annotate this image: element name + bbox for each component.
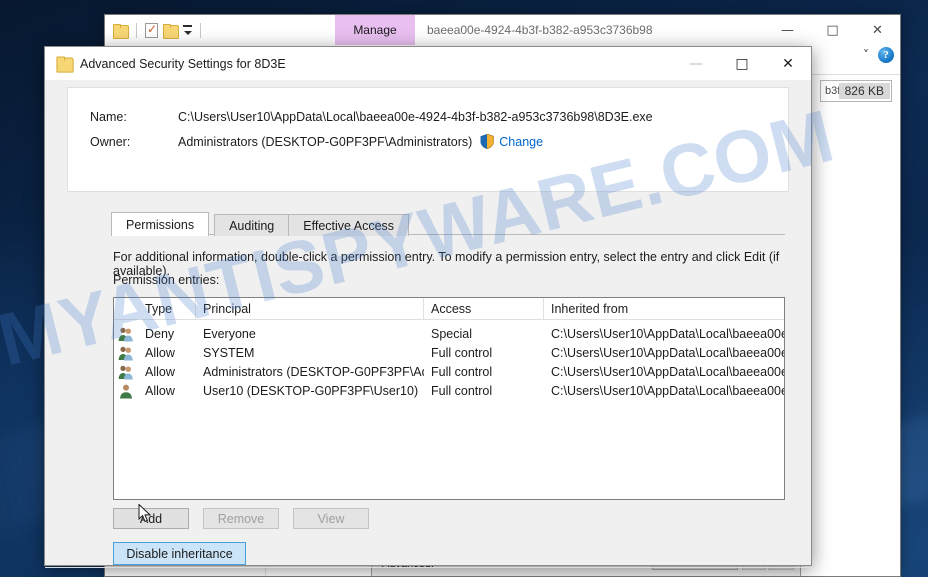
name-row: Name: C:\Users\User10\AppData\Local\baee… [68,110,788,124]
explorer-maximize-button[interactable]: □ [810,15,855,45]
permission-entries-list[interactable]: Type Principal Access Inherited from Den… [113,297,785,500]
explorer-title: baeea00e-4924-4b3f-b382-a953c3736b98 [427,15,653,45]
column-header-inherited-from[interactable]: Inherited from [544,298,784,319]
ribbon-tab-manage-label: Manage [353,23,397,37]
row-type: Allow [145,364,175,379]
disable-inheritance-button[interactable]: Disable inheritance [113,542,246,565]
row-principal: SYSTEM [203,345,255,360]
row-access: Full control [431,345,493,360]
customize-qat-caret-icon[interactable] [183,25,192,35]
mouse-cursor [138,504,152,523]
chevron-down-icon[interactable]: ˅ [863,48,869,62]
row-inherited-from: C:\Users\User10\AppData\Local\baeea00e-4… [551,383,784,398]
table-header-row: Type Principal Access Inherited from [114,298,784,320]
dialog-close-button[interactable]: ✕ [765,47,811,81]
permission-entries-label: Permission entries: [113,273,220,287]
name-value: C:\Users\User10\AppData\Local\baeea00e-4… [178,110,653,124]
change-owner-link[interactable]: Change [499,135,543,149]
row-access: Special [431,326,472,341]
row-principal: User10 (DESKTOP-G0PF3PF\User10) [203,383,419,398]
row-inherited-from: C:\Users\User10\AppData\Local\baeea00e-4… [551,326,784,341]
file-size-chip: 826 KB [838,83,890,99]
row-type: Allow [145,383,175,398]
tab-permissions[interactable]: Permissions [111,212,210,236]
table-row[interactable]: Allow User10 (DESKTOP-G0PF3PF\User10) Fu… [114,381,784,400]
column-header-principal[interactable]: Principal [196,298,424,319]
explorer-titlebar: Manage baeea00e-4924-4b3f-b382-a953c3736… [105,15,900,45]
dialog-maximize-button[interactable]: □ [719,47,765,81]
table-row[interactable]: Allow SYSTEM Full control C:\Users\User1… [114,343,784,362]
view-button: View [293,508,369,529]
new-folder-icon[interactable] [163,23,179,39]
owner-label: Owner: [90,134,131,149]
tab-effective-access-label: Effective Access [303,218,395,233]
help-icon[interactable]: ? [878,47,894,63]
explorer-title-text: baeea00e-4924-4b3f-b382-a953c3736b98 [427,23,653,37]
table-row[interactable]: Deny Everyone Special C:\Users\User10\Ap… [114,324,784,343]
column-header-access[interactable]: Access [424,298,544,319]
group-icon [114,324,138,343]
explorer-close-button[interactable]: ✕ [855,15,900,45]
explorer-window-controls[interactable]: — □ ✕ [765,15,900,45]
group-icon [114,343,138,362]
tab-auditing[interactable]: Auditing [214,214,290,236]
tab-effective-access[interactable]: Effective Access [288,214,410,236]
row-principal: Administrators (DESKTOP-G0PF3PF\Admini..… [203,364,424,379]
row-inherited-from: C:\Users\User10\AppData\Local\baeea00e-4… [551,345,784,360]
name-label: Name: [90,110,127,124]
uac-shield-icon [480,134,495,149]
properties-icon[interactable] [145,22,158,38]
user-icon [114,381,138,400]
explorer-minimize-button[interactable]: — [765,15,810,45]
row-access: Full control [431,364,493,379]
explorer-ribbon-right-controls[interactable]: ˅ ? [863,47,894,63]
ribbon-tab-manage[interactable]: Manage [335,15,415,45]
dialog-minimize-button[interactable]: — [673,47,719,81]
group-icon [114,362,138,381]
row-type: Deny [145,326,175,341]
tab-permissions-label: Permissions [126,217,195,232]
qat-separator-2 [200,22,201,38]
row-principal: Everyone [203,326,256,341]
folder-icon [56,56,74,73]
row-type: Allow [145,345,175,360]
tab-auditing-label: Auditing [229,218,275,233]
quick-access-toolbar[interactable] [105,15,204,45]
dialog-footer: OK Cancel Apply [45,567,811,577]
object-info-panel: Name: C:\Users\User10\AppData\Local\baee… [67,87,789,192]
column-header-type[interactable]: Type [138,298,196,319]
owner-value: Administrators (DESKTOP-G0PF3PF\Administ… [178,134,473,149]
qat-separator-1 [136,22,137,38]
row-access: Full control [431,383,493,398]
table-row[interactable]: Allow Administrators (DESKTOP-G0PF3PF\Ad… [114,362,784,381]
folder-icon[interactable] [113,23,129,39]
dialog-title: Advanced Security Settings for 8D3E [80,56,286,71]
column-header-icon[interactable] [114,298,138,319]
tabstrip[interactable]: Permissions Auditing Effective Access [111,212,410,236]
owner-row: Owner: Administrators (DESKTOP-G0PF3PF\A… [68,134,788,149]
advanced-security-settings-dialog: Advanced Security Settings for 8D3E — □ … [44,46,812,568]
row-inherited-from: C:\Users\User10\AppData\Local\baeea00e-4… [551,364,784,379]
dialog-titlebar: Advanced Security Settings for 8D3E — □ … [45,47,811,81]
remove-button: Remove [203,508,279,529]
dialog-window-controls[interactable]: — □ ✕ [673,47,811,81]
